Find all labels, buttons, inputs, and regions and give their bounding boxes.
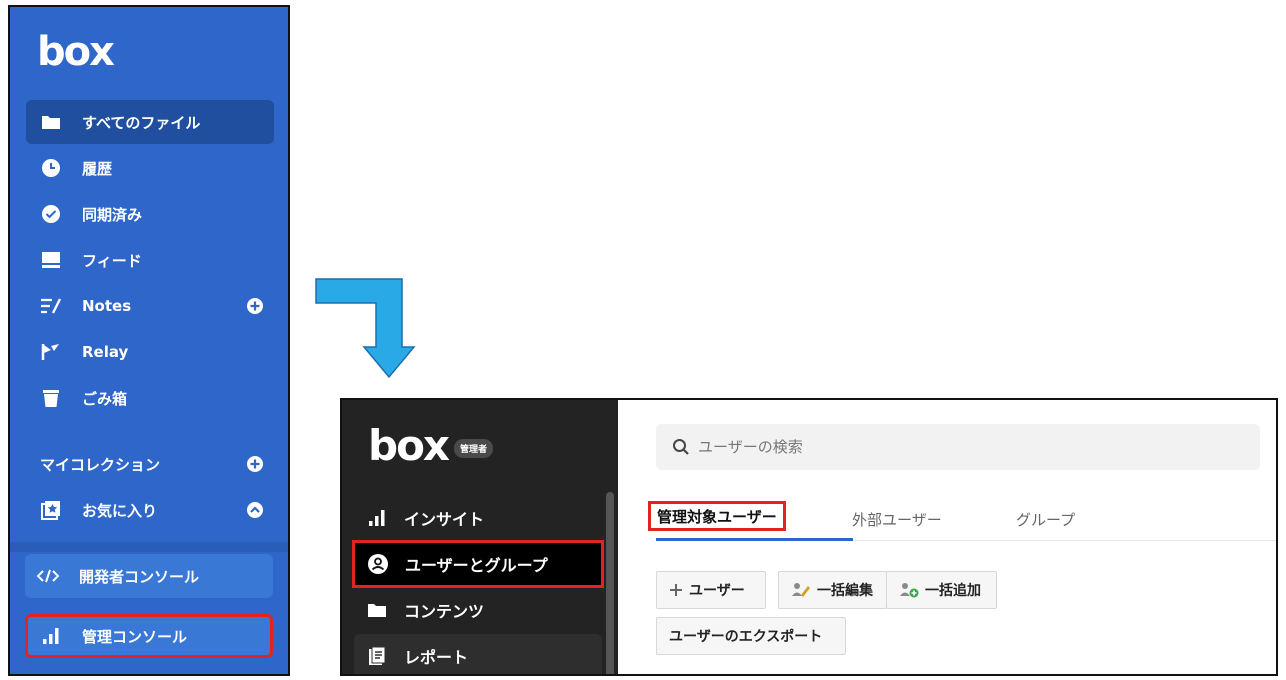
sidebar-item-label: 履歴	[82, 159, 113, 178]
section-divider	[10, 542, 288, 552]
bar-chart-icon	[40, 625, 62, 647]
chevron-up-icon[interactable]	[246, 501, 264, 523]
admin-nav-users-and-groups[interactable]: ユーザーとグループ	[352, 540, 604, 588]
admin-nav-insights[interactable]: インサイト	[354, 496, 602, 540]
tab-label: 外部ユーザー	[852, 510, 942, 529]
bulk-edit-label: 一括編集	[817, 583, 873, 599]
admin-console-label: 管理コンソール	[82, 627, 188, 646]
clock-icon	[40, 157, 62, 179]
box-sidebar: box すべてのファイル 履歴 同期済み フィード Notes Relay ごみ…	[8, 5, 290, 676]
sidebar-item-label: お気に入り	[82, 501, 158, 520]
sidebar-item-my-collections[interactable]: マイコレクション	[26, 442, 274, 486]
sidebar-item-feed[interactable]: フィード	[26, 238, 274, 282]
export-users-button[interactable]: ユーザーのエクスポート	[656, 617, 846, 655]
arrow-down-icon	[315, 278, 416, 379]
admin-console-window: box 管理者 インサイト ユーザーとグループ コンテンツ レポート ユーザーの…	[340, 398, 1278, 676]
admin-nav-label: コンテンツ	[404, 602, 485, 621]
bulk-add-label: 一括追加	[925, 583, 981, 599]
sidebar-item-label: すべてのファイル	[82, 113, 201, 132]
sidebar-item-label: 同期済み	[82, 205, 143, 224]
folder-icon	[366, 599, 388, 621]
admin-badge: 管理者	[454, 439, 494, 458]
notes-icon	[40, 295, 62, 317]
user-edit-icon	[791, 582, 811, 598]
feed-icon	[40, 249, 62, 271]
admin-nav-label: ユーザーとグループ	[405, 556, 548, 575]
check-circle-icon	[40, 203, 62, 225]
admin-nav-content[interactable]: コンテンツ	[354, 588, 602, 632]
developer-console-label: 開発者コンソール	[79, 567, 200, 586]
sidebar-item-label: ごみ箱	[82, 389, 128, 408]
sidebar-item-relay[interactable]: Relay	[26, 330, 274, 374]
folder-icon	[40, 111, 62, 133]
sidebar-item-synced[interactable]: 同期済み	[26, 192, 274, 236]
relay-icon	[40, 341, 62, 363]
sidebar-item-all-files[interactable]: すべてのファイル	[26, 100, 274, 144]
add-user-label: ユーザー	[689, 583, 745, 599]
bar-chart-icon	[366, 507, 388, 529]
trash-icon	[40, 387, 62, 409]
export-users-label: ユーザーのエクスポート	[669, 629, 823, 645]
tab-label: グループ	[1016, 510, 1076, 529]
sidebar-item-label: フィード	[82, 251, 142, 270]
sidebar-item-trash[interactable]: ごみ箱	[26, 376, 274, 420]
admin-console-button[interactable]: 管理コンソール	[25, 614, 273, 658]
user-search-input[interactable]	[698, 438, 1198, 456]
report-icon	[366, 645, 388, 667]
developer-console-button[interactable]: 開発者コンソール	[25, 554, 273, 598]
admin-main-content: 管理対象ユーザー 外部ユーザー グループ ユーザー 一括編集 一括追加	[618, 400, 1276, 674]
admin-sidebar: box 管理者 インサイト ユーザーとグループ コンテンツ レポート	[342, 400, 618, 674]
sidebar-item-favorites[interactable]: お気に入り	[26, 488, 274, 532]
admin-nav-label: レポート	[404, 648, 469, 667]
tab-groups[interactable]: グループ	[1016, 504, 1075, 534]
sidebar-item-history[interactable]: 履歴	[26, 146, 274, 190]
box-logo: box	[37, 29, 115, 75]
sidebar-item-label: Notes	[82, 297, 132, 315]
sidebar-scrollbar[interactable]	[606, 492, 614, 674]
star-box-icon	[40, 499, 62, 521]
add-note-icon[interactable]	[246, 297, 264, 319]
tab-external-users[interactable]: 外部ユーザー	[852, 504, 942, 534]
bulk-edit-button[interactable]: 一括編集	[778, 571, 887, 609]
admin-nav-reports[interactable]: レポート	[354, 634, 602, 674]
plus-icon	[669, 583, 683, 597]
sidebar-item-notes[interactable]: Notes	[26, 284, 274, 328]
code-icon	[37, 565, 59, 587]
sidebar-item-label: マイコレクション	[40, 455, 161, 474]
sidebar-item-label: Relay	[82, 343, 129, 361]
search-icon	[672, 438, 690, 456]
box-logo: box	[368, 421, 450, 470]
admin-nav-label: インサイト	[404, 510, 485, 529]
tab-label: 管理対象ユーザー	[657, 507, 777, 526]
bulk-add-button[interactable]: 一括追加	[886, 571, 997, 609]
active-tab-indicator	[656, 538, 853, 541]
plus-icon[interactable]	[246, 455, 264, 477]
user-add-icon	[899, 582, 919, 598]
user-circle-icon	[367, 553, 389, 575]
user-search-box[interactable]	[656, 424, 1260, 470]
tab-managed-users[interactable]: 管理対象ユーザー	[648, 501, 786, 531]
add-user-button[interactable]: ユーザー	[656, 571, 766, 609]
